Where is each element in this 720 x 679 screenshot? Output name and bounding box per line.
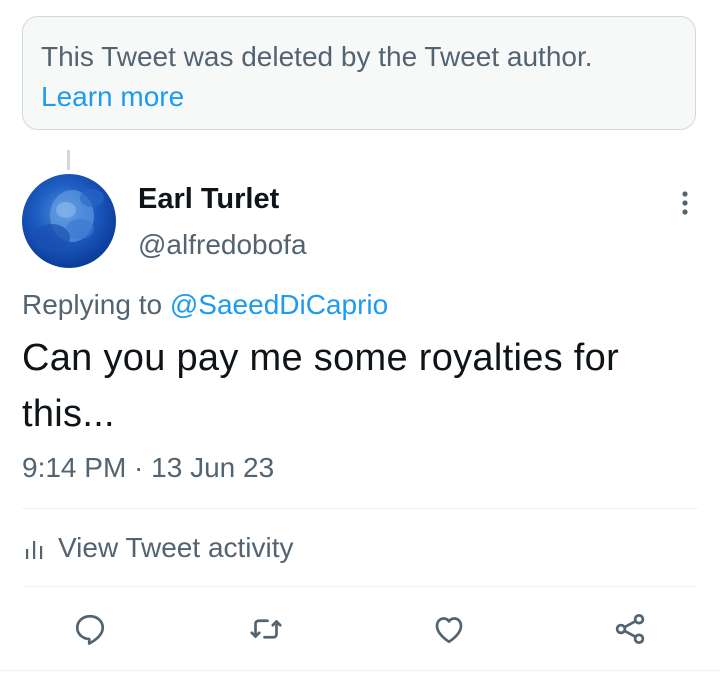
more-vertical-icon [682, 191, 688, 215]
retweet-button[interactable] [244, 607, 288, 651]
divider [0, 670, 720, 671]
learn-more-link[interactable]: Learn more [41, 77, 184, 117]
divider [22, 508, 698, 509]
thread-connector-line [67, 150, 70, 170]
author-handle[interactable]: @alfredobofa [138, 226, 307, 264]
view-tweet-activity-button[interactable]: View Tweet activity [22, 528, 294, 568]
avatar[interactable] [22, 174, 116, 268]
reply-icon [75, 614, 105, 645]
reply-context: Replying to @SaeedDiCaprio [22, 285, 388, 325]
tweet-action-bar [0, 607, 720, 651]
deleted-tweet-notice: This Tweet was deleted by the Tweet auth… [22, 16, 696, 130]
tweet-text: Can you pay me some royalties for this..… [22, 337, 620, 435]
deleted-notice-message: This Tweet was deleted by the Tweet auth… [41, 41, 593, 72]
reply-mention-link[interactable]: @SaeedDiCaprio [170, 289, 388, 320]
share-button[interactable] [608, 607, 652, 651]
tweet-timestamp[interactable]: 9:14 PM · 13 Jun 23 [22, 448, 274, 488]
like-button[interactable] [427, 607, 471, 651]
divider [22, 586, 698, 587]
more-options-button[interactable] [670, 186, 700, 220]
view-tweet-activity-label: View Tweet activity [58, 532, 294, 563]
author-display-name[interactable]: Earl Turlet [138, 180, 279, 218]
reply-context-prefix: Replying to [22, 289, 170, 320]
avatar-image [34, 189, 104, 252]
heart-icon [435, 617, 463, 644]
bar-chart-icon [26, 541, 43, 559]
share-icon [615, 614, 645, 644]
retweet-icon [250, 619, 282, 639]
reply-button[interactable] [68, 607, 112, 651]
